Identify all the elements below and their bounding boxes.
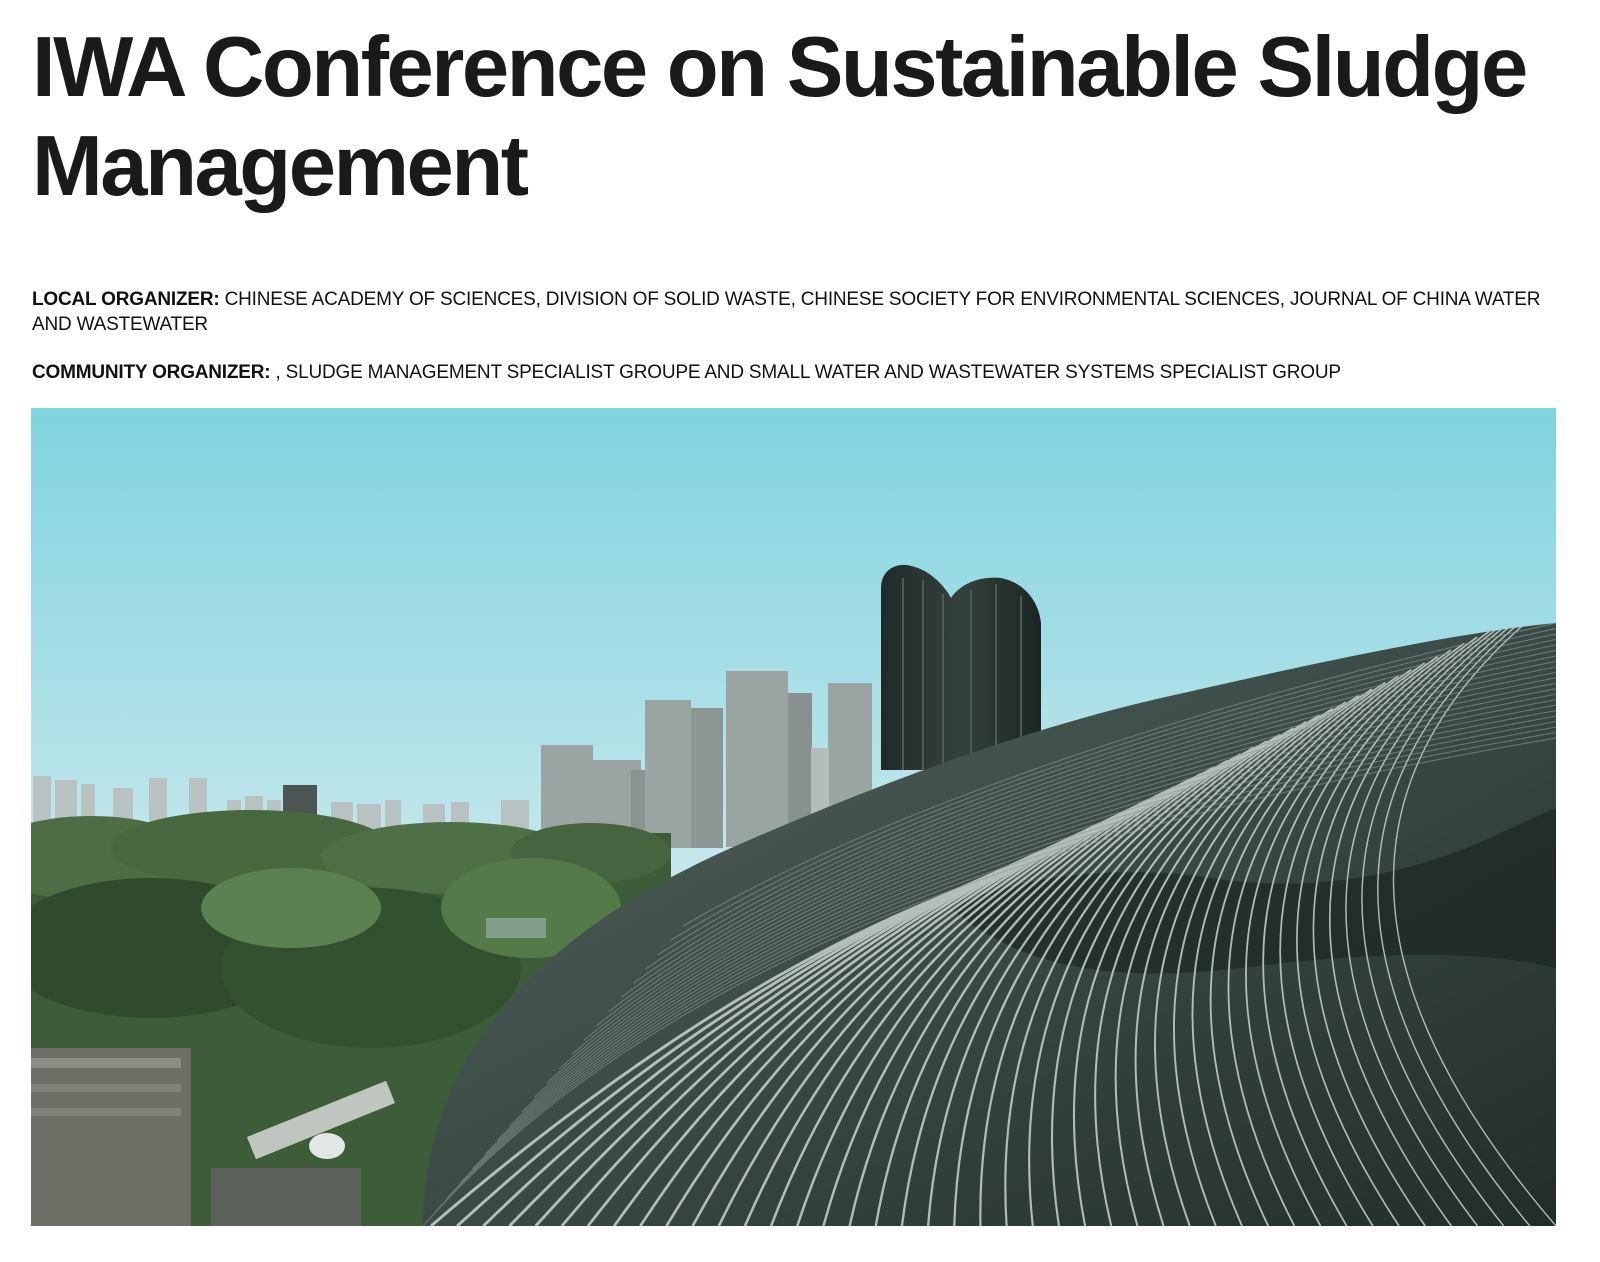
local-organizer-label: LOCAL ORGANIZER:	[32, 289, 220, 310]
local-organizer-value: CHINESE ACADEMY OF SCIENCES, DIVISION OF…	[32, 289, 1541, 335]
satellite-dish	[309, 1133, 345, 1159]
community-organizer-label: COMMUNITY ORGANIZER:	[32, 362, 271, 383]
local-organizer: LOCAL ORGANIZER: CHINESE ACADEMY OF SCIE…	[32, 287, 1572, 337]
conference-page: IWA Conference on Sustainable Sludge Man…	[0, 0, 1600, 1262]
community-organizer: COMMUNITY ORGANIZER: , SLUDGE MANAGEMENT…	[32, 360, 1572, 385]
page-title: IWA Conference on Sustainable Sludge Man…	[32, 20, 1528, 214]
hero-image	[31, 408, 1556, 1226]
community-organizer-value: , SLUDGE MANAGEMENT SPECIALIST GROUPE AN…	[275, 362, 1342, 383]
hero-illustration	[31, 408, 1556, 1226]
